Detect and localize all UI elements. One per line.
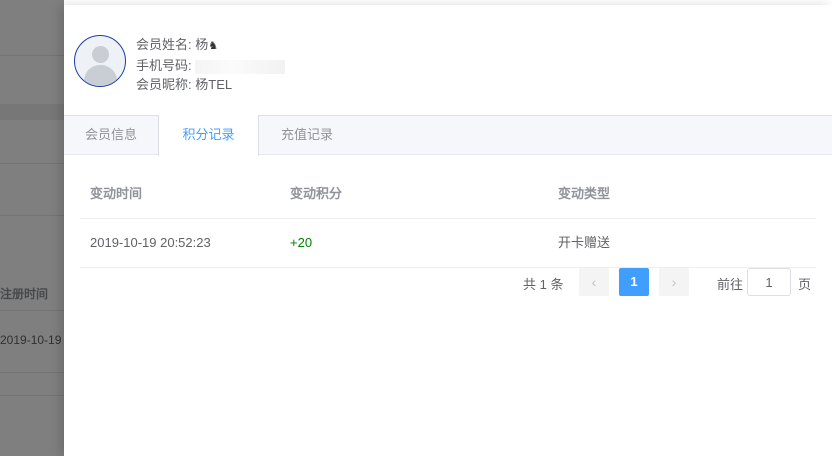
row-change-time: 2019-10-19 20:52:23 [90, 235, 211, 250]
goto-unit: 页 [798, 277, 812, 292]
header-change-type: 变动类型 [558, 186, 611, 201]
tab-points-record[interactable]: 积分记录 [158, 115, 259, 156]
avatar [74, 35, 126, 87]
tab-member-info[interactable]: 会员信息 [64, 115, 158, 155]
member-name-row: 会员姓名: 杨♞ [136, 35, 285, 56]
pagination: 共 1 条 ‹ 1 › 前往 页 [64, 267, 832, 297]
member-detail-drawer: 会员姓名: 杨♞ 手机号码: 会员昵称: 杨TEL 会员信息 积分记录 充值记录… [64, 5, 832, 456]
member-name-value: 杨 [195, 37, 209, 52]
member-info: 会员姓名: 杨♞ 手机号码: 会员昵称: 杨TEL [136, 35, 286, 94]
page-1-button[interactable]: 1 [619, 268, 649, 296]
table-row: 2019-10-19 20:52:23 +20 开卡赠送 [80, 219, 816, 268]
header-change-time: 变动时间 [90, 186, 143, 201]
member-phone-label: 手机号码: [136, 58, 192, 73]
chevron-right-icon: › [671, 274, 677, 290]
pagination-total: 共 1 条 [523, 277, 564, 292]
member-nickname-value: 杨TEL [195, 77, 233, 92]
row-change-points: +20 [290, 235, 313, 250]
member-header: 会员姓名: 杨♞ 手机号码: 会员昵称: 杨TEL [64, 5, 832, 115]
header-change-points: 变动积分 [290, 186, 343, 201]
chevron-left-icon: ‹ [591, 274, 597, 290]
member-nickname-label: 会员昵称: [136, 77, 192, 92]
next-page-button[interactable]: › [659, 268, 689, 296]
tab-recharge-record[interactable]: 充值记录 [259, 115, 355, 155]
goto-page-input[interactable] [747, 268, 791, 296]
member-nickname-row: 会员昵称: 杨TEL [136, 75, 285, 94]
member-name-label: 会员姓名: [136, 37, 192, 52]
prev-page-button[interactable]: ‹ [579, 268, 609, 296]
tabs-bar: 会员信息 积分记录 充值记录 [64, 115, 832, 156]
goto-label: 前往 [717, 277, 744, 292]
avatar-body-icon [84, 65, 117, 86]
avatar-head-icon [92, 46, 109, 63]
table-header: 变动时间 变动积分 变动类型 [80, 170, 816, 219]
row-change-type: 开卡赠送 [558, 235, 611, 250]
phone-redacted [195, 59, 286, 74]
chess-knight-icon: ♞ [208, 40, 219, 52]
points-table: 变动时间 变动积分 变动类型 2019-10-19 20:52:23 +20 开… [80, 170, 816, 268]
member-phone-row: 手机号码: [136, 56, 286, 75]
